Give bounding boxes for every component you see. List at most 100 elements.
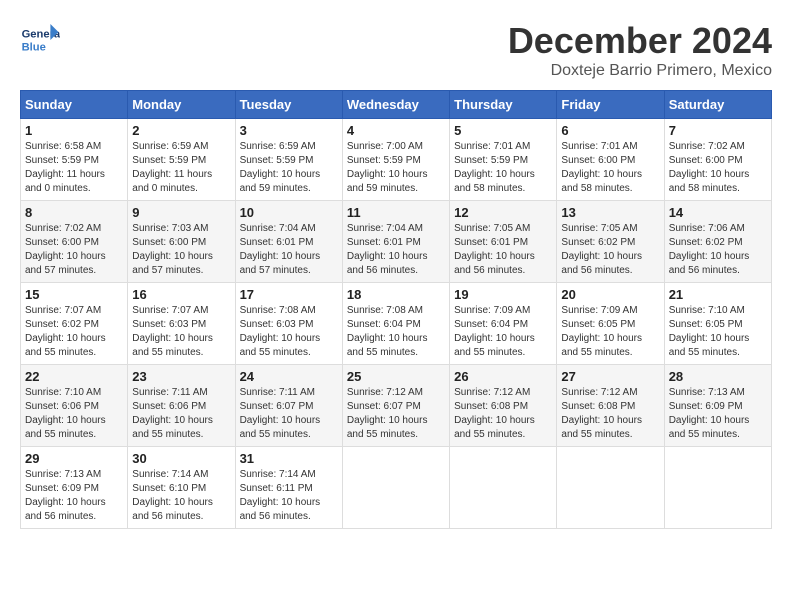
calendar-cell: 10 Sunrise: 7:04 AM Sunset: 6:01 PM Dayl…: [235, 201, 342, 283]
calendar-cell: 13 Sunrise: 7:05 AM Sunset: 6:02 PM Dayl…: [557, 201, 664, 283]
calendar-cell: 17 Sunrise: 7:08 AM Sunset: 6:03 PM Dayl…: [235, 283, 342, 365]
day-info: Sunrise: 7:02 AM Sunset: 6:00 PM Dayligh…: [25, 222, 123, 278]
day-info: Sunrise: 7:09 AM Sunset: 6:04 PM Dayligh…: [454, 304, 552, 360]
calendar-cell: 18 Sunrise: 7:08 AM Sunset: 6:04 PM Dayl…: [342, 283, 449, 365]
calendar-table: Sunday Monday Tuesday Wednesday Thursday…: [20, 90, 772, 529]
day-number: 20: [561, 287, 659, 302]
day-number: 7: [669, 123, 767, 138]
calendar-cell: 19 Sunrise: 7:09 AM Sunset: 6:04 PM Dayl…: [450, 283, 557, 365]
calendar-cell: 23 Sunrise: 7:11 AM Sunset: 6:06 PM Dayl…: [128, 365, 235, 447]
day-info: Sunrise: 7:03 AM Sunset: 6:00 PM Dayligh…: [132, 222, 230, 278]
day-info: Sunrise: 7:13 AM Sunset: 6:09 PM Dayligh…: [25, 468, 123, 524]
calendar-cell: [664, 447, 771, 529]
calendar-week-row: 1 Sunrise: 6:58 AM Sunset: 5:59 PM Dayli…: [21, 119, 772, 201]
calendar-cell: [557, 447, 664, 529]
col-monday: Monday: [128, 91, 235, 119]
day-info: Sunrise: 7:02 AM Sunset: 6:00 PM Dayligh…: [669, 140, 767, 196]
calendar-week-row: 8 Sunrise: 7:02 AM Sunset: 6:00 PM Dayli…: [21, 201, 772, 283]
calendar-cell: 20 Sunrise: 7:09 AM Sunset: 6:05 PM Dayl…: [557, 283, 664, 365]
day-number: 22: [25, 369, 123, 384]
svg-text:Blue: Blue: [22, 41, 46, 53]
calendar-cell: 15 Sunrise: 7:07 AM Sunset: 6:02 PM Dayl…: [21, 283, 128, 365]
col-friday: Friday: [557, 91, 664, 119]
calendar-cell: 29 Sunrise: 7:13 AM Sunset: 6:09 PM Dayl…: [21, 447, 128, 529]
calendar-cell: 4 Sunrise: 7:00 AM Sunset: 5:59 PM Dayli…: [342, 119, 449, 201]
day-info: Sunrise: 7:14 AM Sunset: 6:11 PM Dayligh…: [240, 468, 338, 524]
calendar-cell: 14 Sunrise: 7:06 AM Sunset: 6:02 PM Dayl…: [664, 201, 771, 283]
calendar-week-row: 29 Sunrise: 7:13 AM Sunset: 6:09 PM Dayl…: [21, 447, 772, 529]
day-number: 8: [25, 205, 123, 220]
day-number: 23: [132, 369, 230, 384]
logo: General Blue: [20, 20, 66, 60]
calendar-cell: 30 Sunrise: 7:14 AM Sunset: 6:10 PM Dayl…: [128, 447, 235, 529]
day-info: Sunrise: 7:13 AM Sunset: 6:09 PM Dayligh…: [669, 386, 767, 442]
calendar-cell: 25 Sunrise: 7:12 AM Sunset: 6:07 PM Dayl…: [342, 365, 449, 447]
calendar-cell: 5 Sunrise: 7:01 AM Sunset: 5:59 PM Dayli…: [450, 119, 557, 201]
col-thursday: Thursday: [450, 91, 557, 119]
month-title: December 2024: [508, 20, 772, 62]
day-info: Sunrise: 7:04 AM Sunset: 6:01 PM Dayligh…: [347, 222, 445, 278]
day-info: Sunrise: 7:12 AM Sunset: 6:08 PM Dayligh…: [561, 386, 659, 442]
day-number: 1: [25, 123, 123, 138]
calendar-cell: 21 Sunrise: 7:10 AM Sunset: 6:05 PM Dayl…: [664, 283, 771, 365]
day-number: 12: [454, 205, 552, 220]
day-number: 5: [454, 123, 552, 138]
calendar-week-row: 15 Sunrise: 7:07 AM Sunset: 6:02 PM Dayl…: [21, 283, 772, 365]
day-info: Sunrise: 7:01 AM Sunset: 5:59 PM Dayligh…: [454, 140, 552, 196]
day-info: Sunrise: 7:01 AM Sunset: 6:00 PM Dayligh…: [561, 140, 659, 196]
calendar-cell: [450, 447, 557, 529]
day-info: Sunrise: 7:05 AM Sunset: 6:02 PM Dayligh…: [561, 222, 659, 278]
calendar-cell: 6 Sunrise: 7:01 AM Sunset: 6:00 PM Dayli…: [557, 119, 664, 201]
day-info: Sunrise: 6:59 AM Sunset: 5:59 PM Dayligh…: [240, 140, 338, 196]
calendar-cell: [342, 447, 449, 529]
day-info: Sunrise: 7:06 AM Sunset: 6:02 PM Dayligh…: [669, 222, 767, 278]
calendar-cell: 7 Sunrise: 7:02 AM Sunset: 6:00 PM Dayli…: [664, 119, 771, 201]
calendar-week-row: 22 Sunrise: 7:10 AM Sunset: 6:06 PM Dayl…: [21, 365, 772, 447]
day-number: 13: [561, 205, 659, 220]
day-number: 26: [454, 369, 552, 384]
day-info: Sunrise: 7:04 AM Sunset: 6:01 PM Dayligh…: [240, 222, 338, 278]
day-info: Sunrise: 7:10 AM Sunset: 6:06 PM Dayligh…: [25, 386, 123, 442]
page-header: General Blue December 2024 Doxteje Barri…: [20, 20, 772, 80]
title-block: December 2024 Doxteje Barrio Primero, Me…: [508, 20, 772, 80]
calendar-cell: 27 Sunrise: 7:12 AM Sunset: 6:08 PM Dayl…: [557, 365, 664, 447]
day-info: Sunrise: 7:00 AM Sunset: 5:59 PM Dayligh…: [347, 140, 445, 196]
calendar-cell: 31 Sunrise: 7:14 AM Sunset: 6:11 PM Dayl…: [235, 447, 342, 529]
calendar-cell: 1 Sunrise: 6:58 AM Sunset: 5:59 PM Dayli…: [21, 119, 128, 201]
day-number: 19: [454, 287, 552, 302]
day-info: Sunrise: 7:05 AM Sunset: 6:01 PM Dayligh…: [454, 222, 552, 278]
col-saturday: Saturday: [664, 91, 771, 119]
day-info: Sunrise: 7:11 AM Sunset: 6:07 PM Dayligh…: [240, 386, 338, 442]
header-row: Sunday Monday Tuesday Wednesday Thursday…: [21, 91, 772, 119]
day-number: 30: [132, 451, 230, 466]
day-info: Sunrise: 7:07 AM Sunset: 6:03 PM Dayligh…: [132, 304, 230, 360]
day-number: 2: [132, 123, 230, 138]
col-tuesday: Tuesday: [235, 91, 342, 119]
calendar-cell: 24 Sunrise: 7:11 AM Sunset: 6:07 PM Dayl…: [235, 365, 342, 447]
day-info: Sunrise: 7:12 AM Sunset: 6:07 PM Dayligh…: [347, 386, 445, 442]
calendar-cell: 26 Sunrise: 7:12 AM Sunset: 6:08 PM Dayl…: [450, 365, 557, 447]
day-number: 25: [347, 369, 445, 384]
day-number: 9: [132, 205, 230, 220]
day-number: 17: [240, 287, 338, 302]
calendar-cell: 12 Sunrise: 7:05 AM Sunset: 6:01 PM Dayl…: [450, 201, 557, 283]
day-info: Sunrise: 7:12 AM Sunset: 6:08 PM Dayligh…: [454, 386, 552, 442]
day-info: Sunrise: 7:10 AM Sunset: 6:05 PM Dayligh…: [669, 304, 767, 360]
calendar-cell: 9 Sunrise: 7:03 AM Sunset: 6:00 PM Dayli…: [128, 201, 235, 283]
location-subtitle: Doxteje Barrio Primero, Mexico: [508, 62, 772, 80]
col-wednesday: Wednesday: [342, 91, 449, 119]
day-number: 4: [347, 123, 445, 138]
calendar-cell: 11 Sunrise: 7:04 AM Sunset: 6:01 PM Dayl…: [342, 201, 449, 283]
day-number: 16: [132, 287, 230, 302]
calendar-cell: 8 Sunrise: 7:02 AM Sunset: 6:00 PM Dayli…: [21, 201, 128, 283]
day-number: 24: [240, 369, 338, 384]
day-number: 11: [347, 205, 445, 220]
day-info: Sunrise: 7:11 AM Sunset: 6:06 PM Dayligh…: [132, 386, 230, 442]
day-info: Sunrise: 6:58 AM Sunset: 5:59 PM Dayligh…: [25, 140, 123, 196]
day-info: Sunrise: 7:07 AM Sunset: 6:02 PM Dayligh…: [25, 304, 123, 360]
day-number: 27: [561, 369, 659, 384]
day-number: 10: [240, 205, 338, 220]
day-number: 29: [25, 451, 123, 466]
day-number: 6: [561, 123, 659, 138]
day-info: Sunrise: 7:08 AM Sunset: 6:04 PM Dayligh…: [347, 304, 445, 360]
